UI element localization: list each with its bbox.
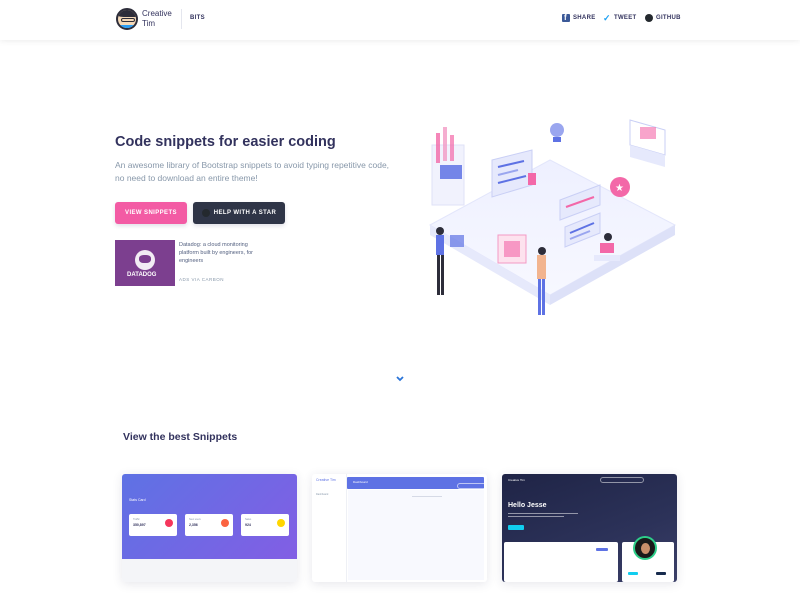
- view-snippets-button[interactable]: VIEW SNIPPETS: [115, 202, 187, 224]
- datadog-logo-icon: [135, 250, 155, 270]
- brand-divider: [181, 9, 182, 29]
- preview-body: [348, 490, 484, 580]
- preview-account-panel: [504, 542, 618, 582]
- svg-text:★: ★: [615, 183, 624, 194]
- view-snippets-label: VIEW SNIPPETS: [125, 210, 177, 216]
- github-icon: [645, 14, 653, 22]
- stat-label: Traffic: [133, 518, 140, 521]
- stat-value: 924: [245, 523, 251, 527]
- hero-description: An awesome library of Bootstrap snippets…: [115, 160, 390, 183]
- scroll-down-chevron-icon[interactable]: [395, 374, 405, 384]
- preview-topbar-label: Dashboard: [353, 480, 368, 484]
- tweet-label: TWEET: [614, 15, 637, 21]
- preview-line: [412, 496, 442, 497]
- stat-value: 350,897: [133, 523, 146, 527]
- preview-panel-button: [596, 548, 608, 551]
- hero-title: Code snippets for easier coding: [115, 134, 336, 150]
- card-footer: [122, 559, 297, 582]
- twitter-icon: ✓: [603, 13, 611, 23]
- stat-icon: [221, 519, 229, 527]
- ad-text[interactable]: Datadog: a cloud monitoring platform bui…: [179, 241, 259, 265]
- brand-line2: Tim: [142, 19, 156, 28]
- help-with-star-button[interactable]: HELP WITH A STAR: [193, 202, 285, 224]
- preview-brand: Creative Tim: [508, 478, 525, 482]
- preview-sidebar-item: Dashboard: [316, 493, 329, 496]
- share-label: SHARE: [573, 15, 596, 21]
- preview-message-button: [656, 572, 666, 575]
- stat-box: New users 2,356: [185, 514, 233, 536]
- github-link[interactable]: GITHUB: [645, 13, 681, 23]
- stat-label: Sales: [245, 518, 252, 521]
- preview-topbar: Dashboard: [347, 477, 487, 489]
- preview-brand: Creative Tim: [316, 478, 336, 482]
- tweet-link[interactable]: ✓ TWEET: [603, 13, 637, 23]
- section-title: View the best Snippets: [123, 431, 238, 443]
- preview-search: [600, 477, 644, 483]
- section-link-bits[interactable]: BITS: [190, 15, 205, 21]
- help-with-star-label: HELP WITH A STAR: [213, 210, 277, 216]
- ad-image-label: DATADOG: [127, 272, 157, 278]
- preview-search: [457, 483, 487, 489]
- preview-avatar: [633, 536, 657, 560]
- stat-label: New users: [189, 518, 201, 521]
- stat-value: 2,356: [189, 523, 198, 527]
- snippet-card-profile[interactable]: Creative Tim Hello Jesse: [502, 474, 677, 582]
- stat-box: Sales 924: [241, 514, 289, 536]
- snippet-card-dashboard[interactable]: Creative Tim Dashboard Dashboard: [312, 474, 487, 582]
- stat-icon: [165, 519, 173, 527]
- navbar: Creative Tim BITS SHARE ✓ TWEET GITHUB: [0, 0, 800, 40]
- preview-sidebar: Creative Tim Dashboard: [312, 474, 347, 582]
- stat-box: Traffic 350,897: [129, 514, 177, 536]
- card-preview-title: Stats Card: [129, 498, 146, 502]
- snippet-card-stats[interactable]: Stats Card Traffic 350,897 New users 2,3…: [122, 474, 297, 582]
- github-icon: [201, 209, 210, 217]
- github-label: GITHUB: [656, 15, 681, 21]
- isometric-illustration: ★: [428, 119, 677, 315]
- preview-subtext: [508, 513, 578, 520]
- ad-image[interactable]: DATADOG: [115, 240, 175, 286]
- brand-name[interactable]: Creative Tim: [142, 9, 172, 29]
- brand-avatar-icon[interactable]: [116, 8, 138, 30]
- facebook-icon: [562, 13, 570, 22]
- preview-connect-button: [628, 572, 638, 575]
- preview-greeting: Hello Jesse: [508, 502, 547, 509]
- ad-via-carbon[interactable]: ADS VIA CARBON: [179, 277, 224, 282]
- stat-icon: [277, 519, 285, 527]
- share-link[interactable]: SHARE: [562, 13, 596, 23]
- brand-line1: Creative: [142, 9, 172, 18]
- preview-edit-button: [508, 525, 524, 530]
